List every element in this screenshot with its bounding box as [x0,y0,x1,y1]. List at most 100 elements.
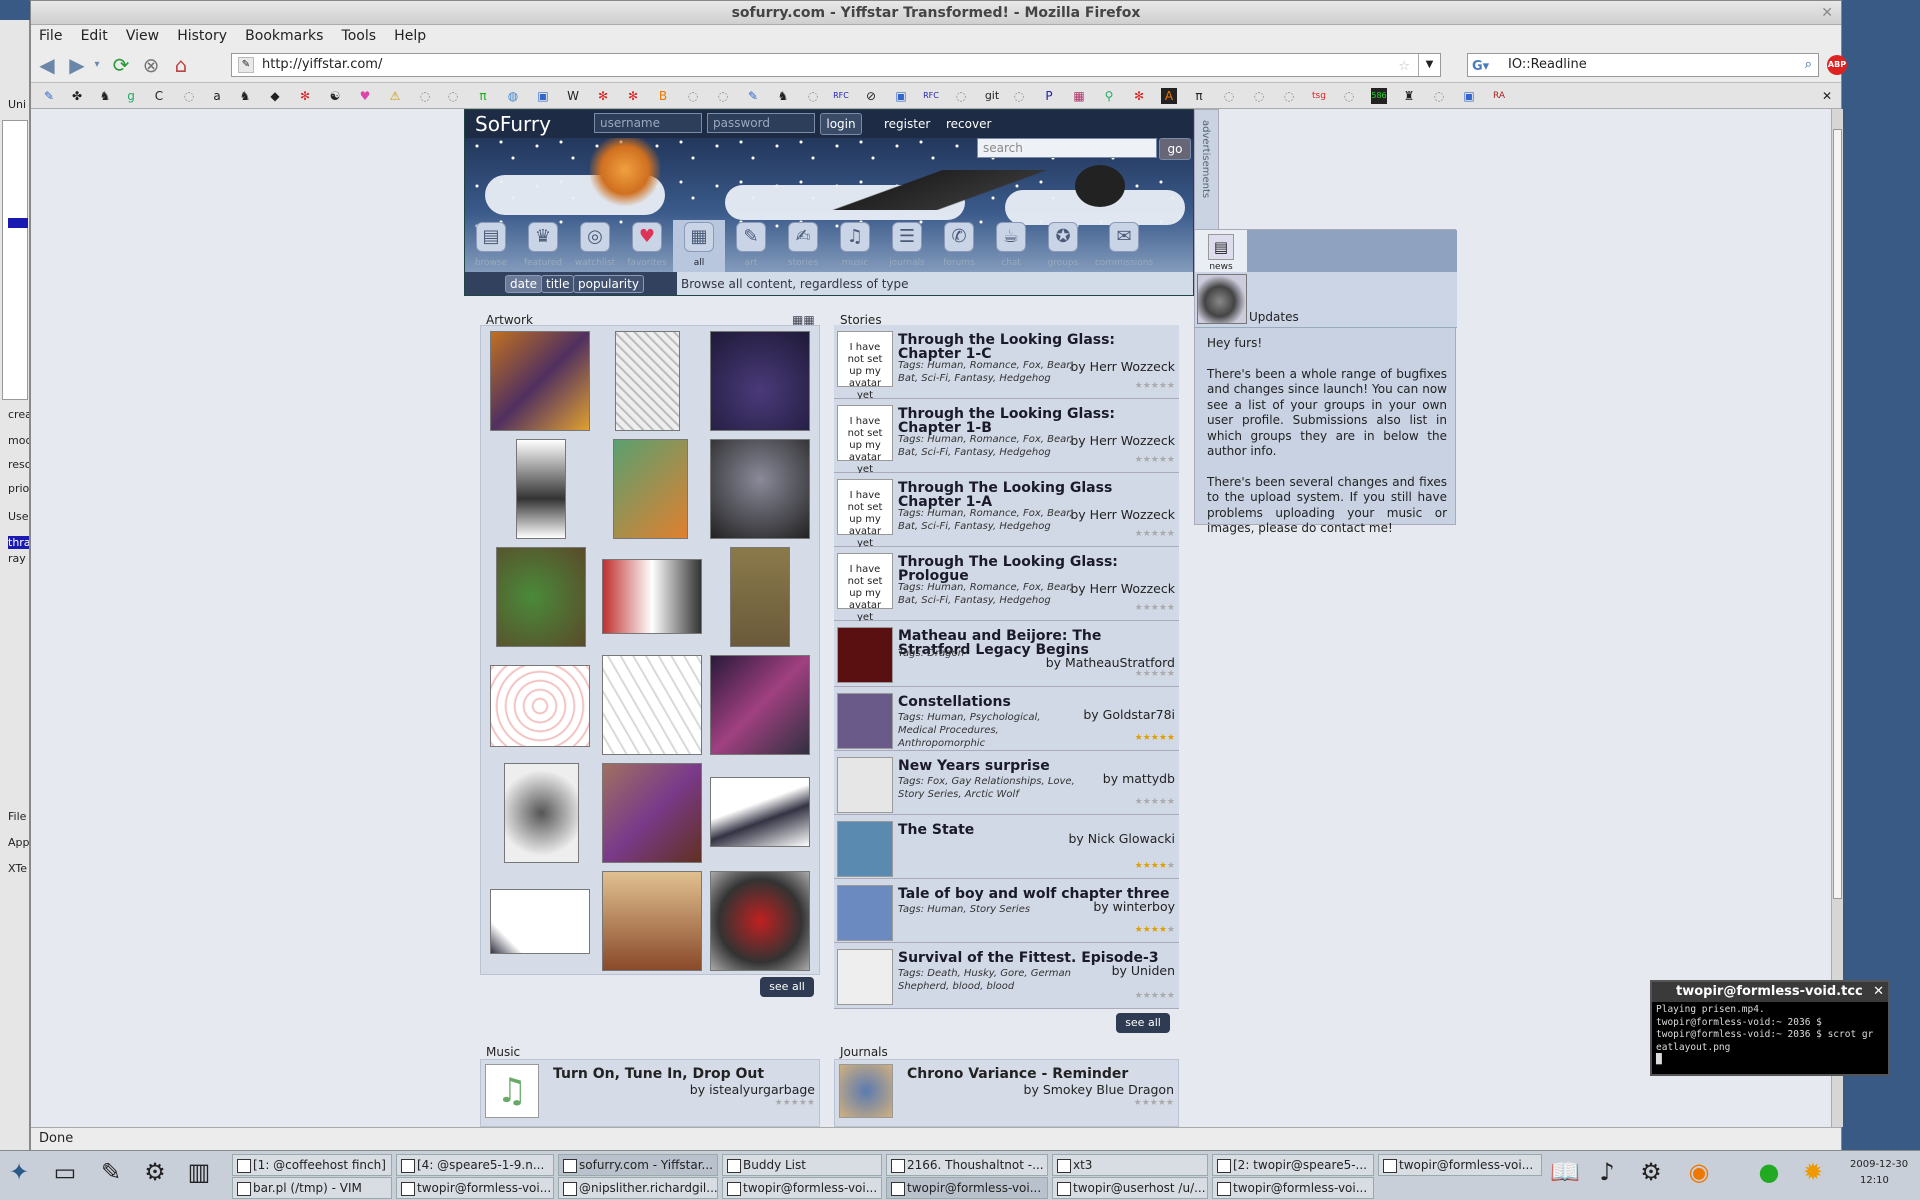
settings-launcher-icon[interactable]: ⚙ [138,1155,172,1189]
taskbar-window-button[interactable]: twopir@formless-voi... [396,1177,554,1199]
artwork-thumb[interactable] [710,331,810,431]
files-launcher-icon[interactable]: ▥ [182,1155,216,1189]
bookmark-rfc-icon[interactable]: RFC [833,88,849,104]
artwork-thumb[interactable] [602,763,702,863]
bookmark-fox-icon[interactable]: ♞ [97,88,113,104]
music-author[interactable]: by istealyurgarbage [690,1082,815,1097]
url-dropdown-icon[interactable]: ▼ [1418,54,1440,76]
story-avatar[interactable]: I have not set up my avatar yet [837,405,893,475]
weather-tray-icon[interactable]: ✹ [1796,1155,1830,1189]
story-item[interactable]: I have not set up my avatar yet Through T… [834,473,1179,549]
bookmark-blank-icon[interactable]: ◌ [805,88,821,104]
adblock-icon[interactable]: ABP [1827,55,1847,75]
bookmark-page-icon[interactable]: ▣ [893,88,909,104]
story-avatar[interactable]: I have not set up my avatar yet [837,479,893,549]
bookmark-blank-icon[interactable]: ◌ [181,88,197,104]
sort-date[interactable]: date [505,275,543,293]
nav-chat[interactable]: ☕ chat [985,220,1037,272]
bookmark-fox-icon[interactable]: ♞ [775,88,791,104]
forward-icon[interactable]: ▶ [65,53,89,77]
artwork-thumb[interactable] [710,871,810,971]
artwork-see-all-button[interactable]: see all [760,977,814,997]
story-author[interactable]: by Nick Glowacki [1069,831,1176,846]
bookmark-blank-icon[interactable]: ◌ [1341,88,1357,104]
status-tray-icon[interactable]: ● [1752,1155,1786,1189]
search-input[interactable]: G▾ IO::Readline ⌕ [1467,53,1819,77]
menu-file[interactable]: File [39,28,62,44]
bookmark-dots-icon[interactable]: ✻ [625,88,641,104]
taskbar-window-button[interactable]: xt3 [1052,1154,1208,1176]
journal-title-text[interactable]: Chrono Variance - Reminder [907,1066,1128,1082]
menu-tools[interactable]: Tools [342,28,377,44]
bookmark-pi-icon[interactable]: π [475,88,491,104]
bookmark-blank-icon[interactable]: ◌ [1011,88,1027,104]
bookmark-chat-icon[interactable]: ◍ [505,88,521,104]
bookmark-heart-icon[interactable]: ♥ [357,88,373,104]
story-item[interactable]: The State by Nick Glowacki ★★★★★ [834,815,1179,879]
story-avatar[interactable] [837,757,893,813]
start-menu-icon[interactable]: ✦ [2,1155,36,1189]
nav-watchlist[interactable]: ◎ watchlist [569,220,621,272]
nav-all[interactable]: ▦ all [673,220,725,272]
taskbar-window-button[interactable]: Buddy List [722,1154,882,1176]
terminal-launcher-icon[interactable]: ▭ [48,1155,82,1189]
story-title[interactable]: Through the Looking Glass: Chapter 1-C [898,333,1178,361]
story-title[interactable]: Through The Looking Glass Chapter 1-A [898,481,1178,509]
search-icon[interactable]: ⌕ [1805,54,1812,76]
story-item[interactable]: Survival of the Fittest. Episode-3 by Uni… [834,943,1179,1009]
story-title[interactable]: Through the Looking Glass: Chapter 1-B [898,407,1178,435]
artwork-thumb[interactable] [710,439,810,539]
artwork-thumb[interactable] [602,655,702,755]
bookmark-google-icon[interactable]: g [123,88,139,104]
story-avatar[interactable]: I have not set up my avatar yet [837,553,893,623]
menu-history[interactable]: History [177,28,227,44]
stories-see-all-button[interactable]: see all [1116,1013,1170,1033]
scrollbar-thumb[interactable] [1833,129,1842,899]
bookmark-dark-icon[interactable]: ◆ [267,88,283,104]
bookmark-wikipedia-icon[interactable]: W [565,88,581,104]
artwork-thumb[interactable] [730,547,790,647]
bookmark-dots-icon[interactable]: ✻ [297,88,313,104]
book-tray-icon[interactable]: 📖 [1548,1155,1582,1189]
nav-forums[interactable]: ✆ forums [933,220,985,272]
bookmark-pencil-icon[interactable]: ✎ [745,88,761,104]
taskbar-window-button[interactable]: [1: @coffeehost finch] [232,1154,392,1176]
taskbar-window-button[interactable]: twopir@formless-voi... [722,1177,882,1199]
artwork-thumb[interactable] [490,889,590,954]
story-author[interactable]: by Herr Wozzeck [1070,507,1175,522]
terminal-titlebar[interactable]: twopir@formless-void.tcc ✕ [1652,982,1888,1002]
register-link[interactable]: register [884,117,930,131]
story-author[interactable]: by Herr Wozzeck [1070,581,1175,596]
stop-icon[interactable]: ⊗ [139,53,163,77]
bookmark-git-icon[interactable]: git [981,88,1003,104]
bookmark-blank-icon[interactable]: ◌ [1221,88,1237,104]
bookmark-page-icon[interactable]: ▣ [1461,88,1477,104]
story-item[interactable]: Matheau and Beijore: The Stratford Legac… [834,621,1179,687]
bookmark-fox-icon[interactable]: ♞ [237,88,253,104]
story-avatar[interactable] [837,885,893,941]
journal-author[interactable]: by Smokey Blue Dragon [1024,1082,1174,1097]
taskbar-window-button[interactable]: bar.pl (/tmp) - VIM [232,1177,392,1199]
home-icon[interactable]: ⌂ [169,53,193,77]
taskbar-window-button[interactable]: twopir@formless-voi... [1212,1177,1374,1199]
reload-icon[interactable]: ⟳ [109,53,133,77]
nav-stories[interactable]: ✍ stories [777,220,829,272]
bookmark-dots-icon[interactable]: ✻ [595,88,611,104]
username-input[interactable]: username [594,113,702,133]
nav-browse[interactable]: ▤ browse [465,220,517,272]
artwork-thumb[interactable] [516,439,566,539]
artwork-thumb[interactable] [602,559,702,634]
bookmark-figure-icon[interactable]: ♜ [1401,88,1417,104]
nav-news[interactable]: ▤ news [1195,230,1247,272]
left-panel-list[interactable] [2,120,28,400]
taskbar-window-button[interactable]: twopir@userhost /u/... [1052,1177,1208,1199]
terminal-window[interactable]: twopir@formless-void.tcc ✕ Playing prise… [1650,980,1890,1076]
taskbar-window-button[interactable]: 2166. Thoushaltnot -... [886,1154,1048,1176]
story-author[interactable]: by mattydb [1103,771,1175,786]
sort-title[interactable]: title [541,275,575,293]
url-input[interactable]: ✎ http://yiffstar.com/ ☆ ▼ [231,53,1441,77]
bookmark-p-icon[interactable]: P [1041,88,1057,104]
editor-launcher-icon[interactable]: ✎ [94,1155,128,1189]
nav-featured[interactable]: ♛ featured [517,220,569,272]
bookmark-blank-icon[interactable]: ◌ [953,88,969,104]
